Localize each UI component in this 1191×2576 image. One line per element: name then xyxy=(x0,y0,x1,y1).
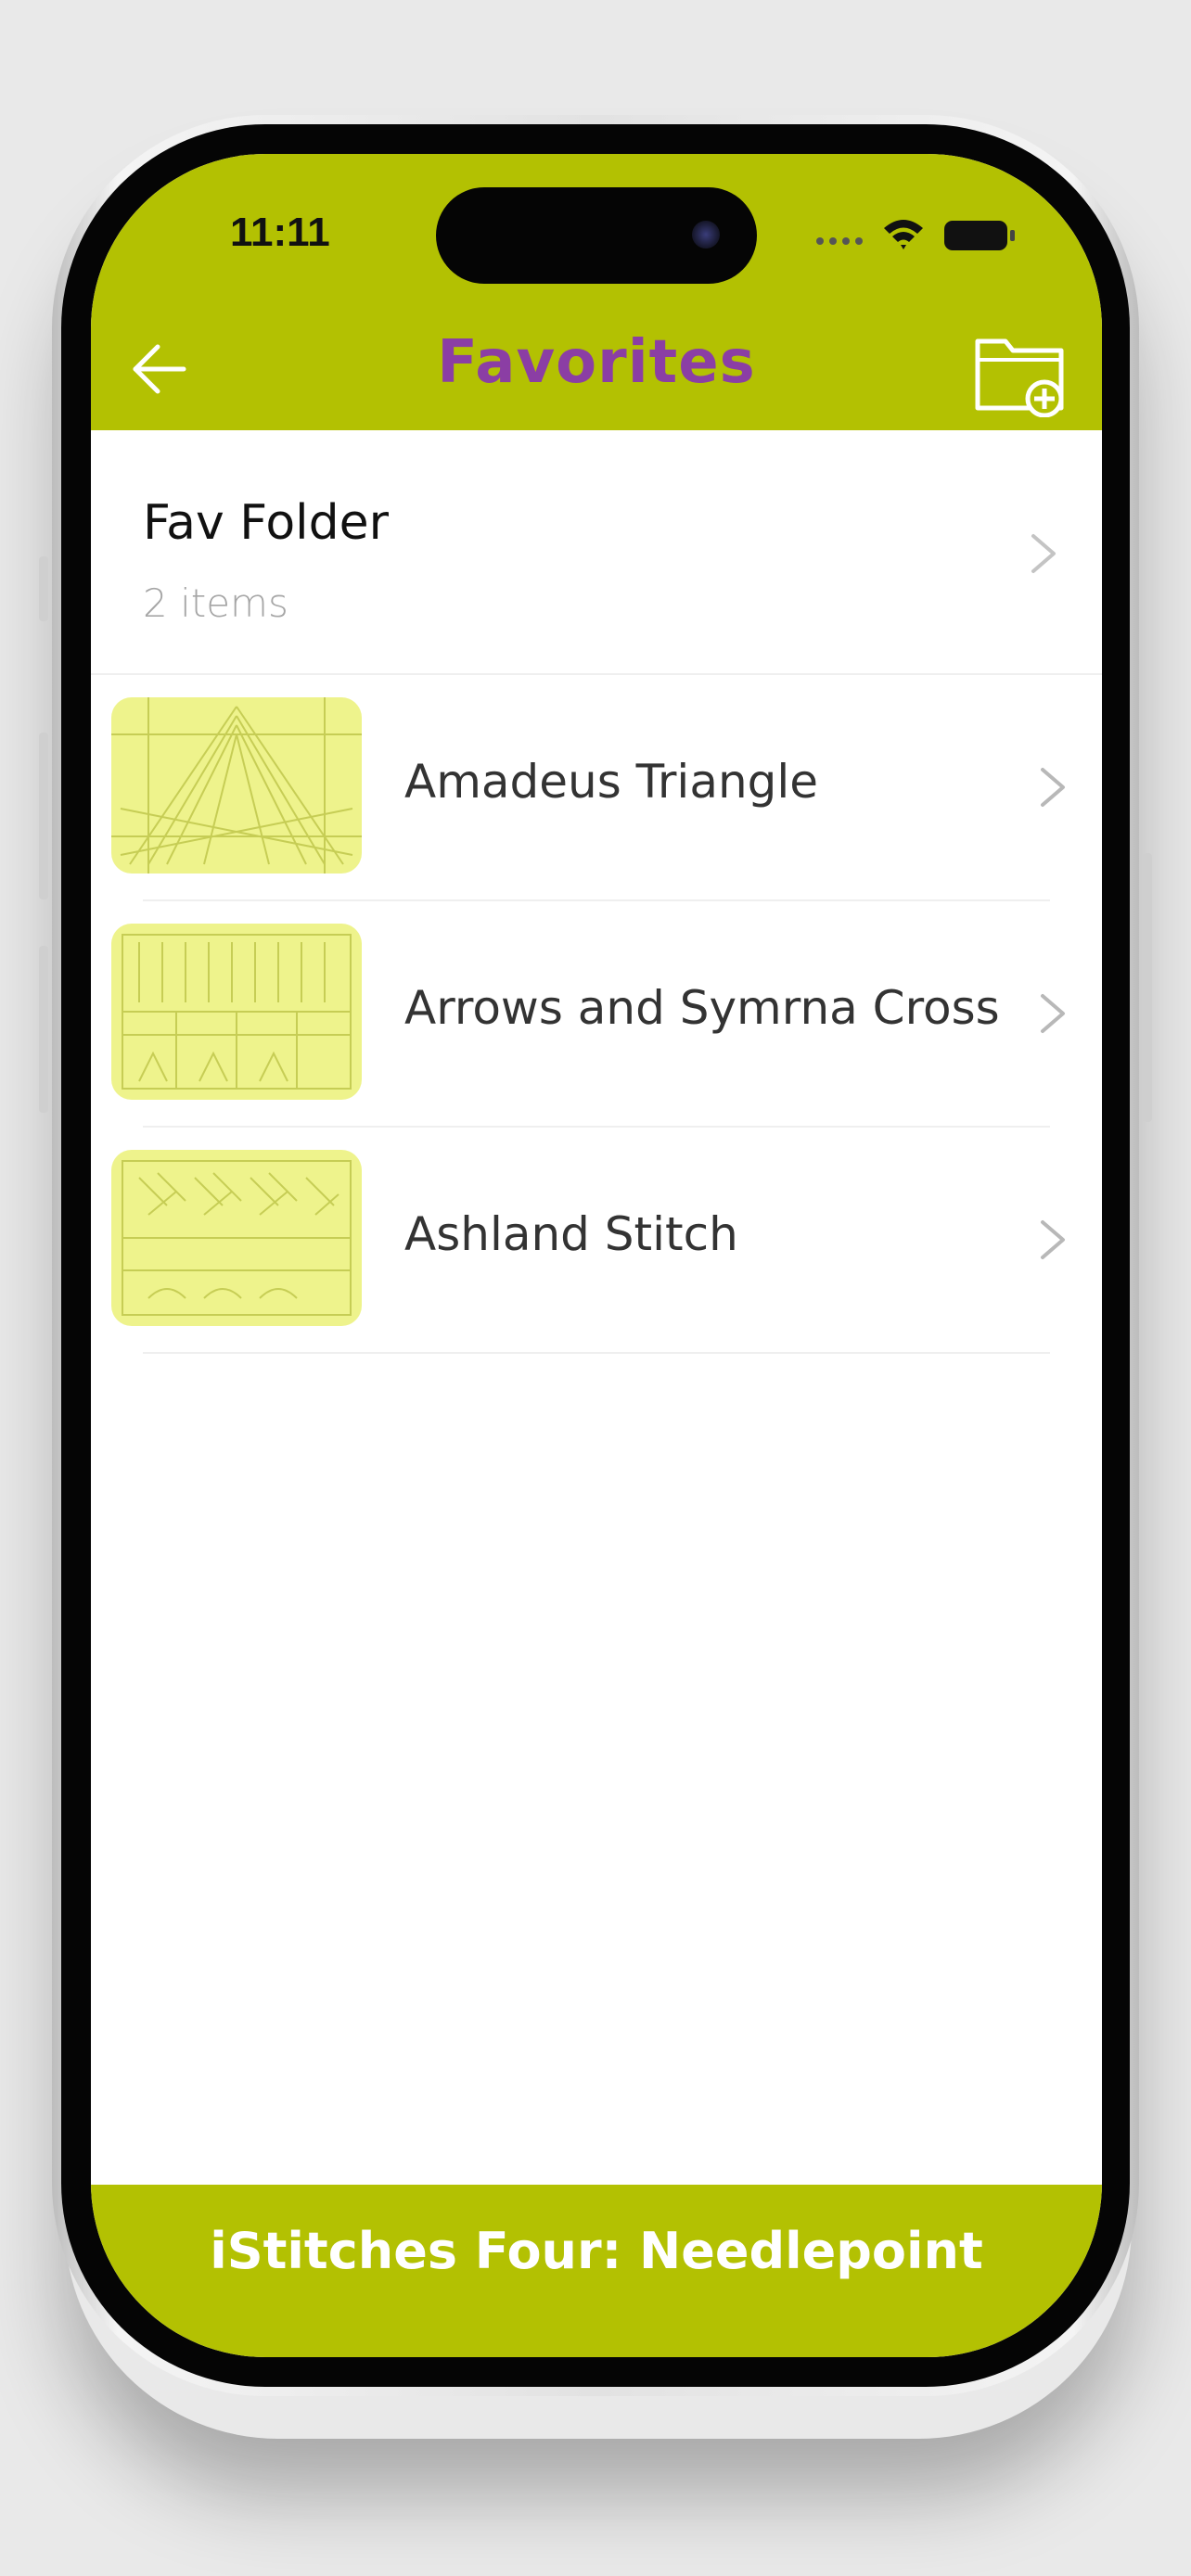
chevron-right-icon xyxy=(1041,768,1065,807)
stitch-thumbnail xyxy=(111,697,362,874)
chevron-right-icon xyxy=(1041,994,1065,1033)
folder-item-count: 2 items xyxy=(143,580,288,626)
row-divider xyxy=(143,1352,1050,1354)
status-time: 11:11 xyxy=(230,210,330,255)
power-button xyxy=(1143,853,1152,1122)
footer-bar: iStitches Four: Needlepoint xyxy=(91,2185,1102,2357)
page-title: Favorites xyxy=(437,328,756,397)
list-item[interactable]: Arrows and Symrna Cross xyxy=(91,901,1102,1128)
stitch-thumbnail xyxy=(111,1150,362,1326)
item-label: Ashland Stitch xyxy=(404,1207,738,1261)
list-item[interactable]: Ashland Stitch xyxy=(91,1128,1102,1354)
chevron-right-icon xyxy=(1041,1220,1065,1259)
wifi-icon xyxy=(884,220,923,249)
footer-app-name: iStitches Four: Needlepoint xyxy=(210,2222,983,2280)
status-bar: 11:11 xyxy=(91,154,1102,312)
folder-add-icon[interactable] xyxy=(972,328,1069,417)
app-screen: 11:11 Favorites Fav Folder 2 items Amade… xyxy=(91,154,1102,2357)
item-label: Amadeus Triangle xyxy=(404,755,819,809)
stitch-thumbnail xyxy=(111,924,362,1100)
front-camera xyxy=(692,221,720,249)
mute-switch xyxy=(39,556,48,621)
item-label: Arrows and Symrna Cross xyxy=(404,981,1000,1035)
favorites-list: Fav Folder 2 items Amadeus Triangle Arro… xyxy=(91,430,1102,1354)
battery-icon xyxy=(944,221,1015,250)
volume-down-button xyxy=(39,946,48,1113)
cellular-dots-icon xyxy=(816,237,863,245)
volume-up-button xyxy=(39,733,48,899)
status-icons xyxy=(816,220,1015,250)
folder-name: Fav Folder xyxy=(143,495,390,551)
list-item[interactable]: Amadeus Triangle xyxy=(91,675,1102,901)
folder-row[interactable]: Fav Folder 2 items xyxy=(91,430,1102,675)
nav-bar: Favorites xyxy=(91,312,1102,430)
chevron-right-icon xyxy=(1031,534,1056,573)
